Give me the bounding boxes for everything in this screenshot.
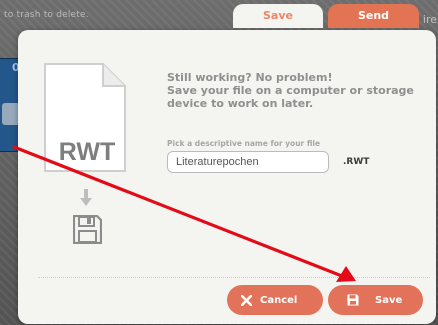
- close-icon: [241, 294, 252, 306]
- background-hint-text: to trash to delete.: [4, 10, 89, 20]
- filename-input[interactable]: [167, 151, 329, 173]
- background-right-text: ire: [422, 13, 437, 26]
- file-type-label: RWT: [59, 138, 115, 166]
- dialog-headline: Still working? No problem! Save your fil…: [167, 71, 415, 110]
- cancel-button[interactable]: Cancel: [227, 285, 323, 315]
- tab-send[interactable]: Send: [328, 4, 419, 28]
- save-button-label: Save: [375, 294, 403, 306]
- save-button[interactable]: Save: [328, 285, 423, 315]
- headline-line: Still working? No problem!: [167, 71, 333, 84]
- filename-label: Pick a descriptive name for your file: [167, 139, 321, 148]
- dialog-divider: [38, 277, 430, 278]
- document-icon: RWT: [44, 63, 126, 172]
- headline-line: device to work on later.: [167, 97, 314, 110]
- floppy-icon: [347, 294, 359, 306]
- headline-line: Save your file on a computer or storage: [167, 84, 414, 97]
- file-extension: .RWT: [343, 157, 370, 167]
- arrow-down-icon: [80, 189, 92, 206]
- cancel-button-label: Cancel: [260, 294, 298, 306]
- floppy-disk-icon: [73, 215, 102, 244]
- tab-save[interactable]: Save: [233, 4, 323, 28]
